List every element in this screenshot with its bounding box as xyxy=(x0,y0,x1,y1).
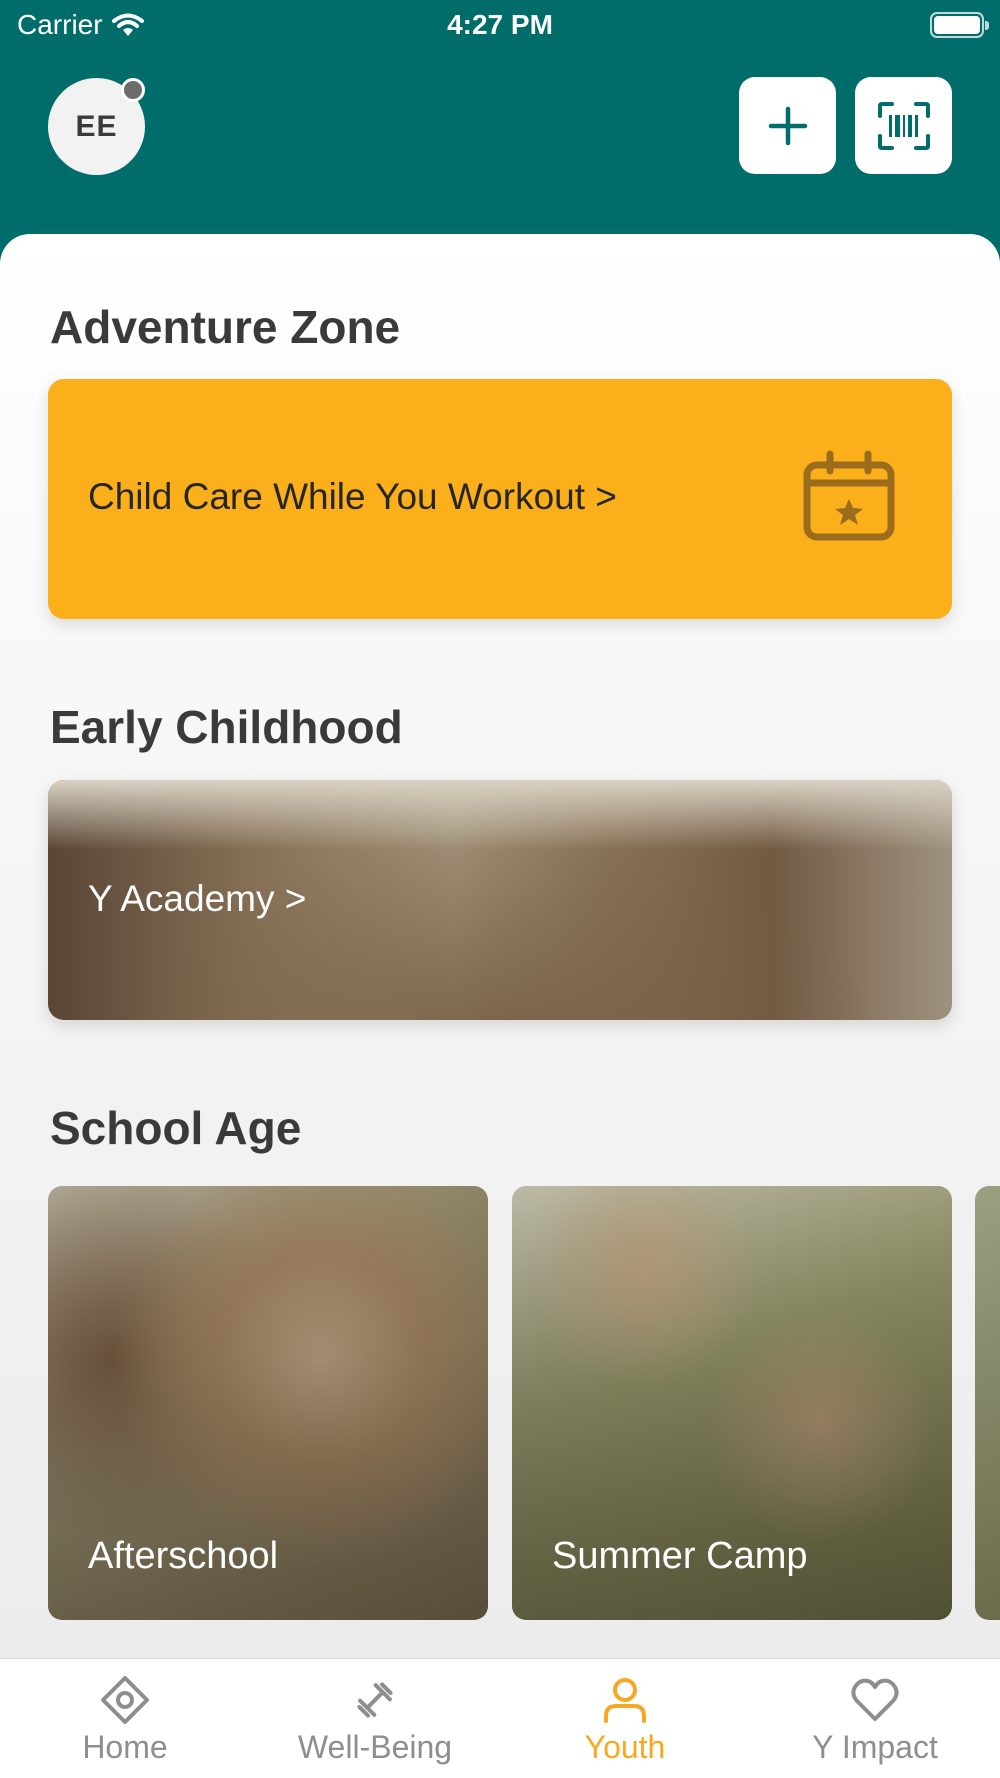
avatar-initials: EE xyxy=(75,109,118,143)
section-title-adventure-zone: Adventure Zone xyxy=(50,301,401,353)
summer-camp-card[interactable]: Summer Camp xyxy=(512,1186,952,1620)
person-icon xyxy=(604,1678,646,1723)
status-time: 4:27 PM xyxy=(447,9,553,40)
tab-y-impact[interactable]: Y Impact xyxy=(750,1659,1000,1778)
summer-camp-label: Summer Camp xyxy=(552,1535,808,1577)
child-care-label: Child Care While You Workout > xyxy=(88,476,617,517)
scan-barcode-button[interactable] xyxy=(855,77,952,174)
battery-icon xyxy=(930,12,989,38)
status-bar: Carrier 4:27 PM xyxy=(0,0,1000,52)
add-button[interactable] xyxy=(739,77,836,174)
heart-icon xyxy=(851,1678,899,1721)
content-sheet: Adventure Zone Child Care While You Work… xyxy=(0,234,1000,1658)
dumbbell-icon xyxy=(357,1682,393,1718)
profile-avatar[interactable]: EE xyxy=(48,78,145,175)
tab-home[interactable]: Home xyxy=(0,1659,250,1778)
tab-youth[interactable]: Youth xyxy=(500,1659,750,1778)
tab-label-home: Home xyxy=(82,1729,168,1765)
child-care-card[interactable]: Child Care While You Workout > xyxy=(48,379,952,619)
y-academy-card[interactable]: Y Academy > xyxy=(48,780,952,1020)
plus-icon xyxy=(768,106,807,145)
section-title-early-childhood: Early Childhood xyxy=(50,701,403,753)
tab-bar: Home Well-Being Youth Y Impact xyxy=(0,1658,1000,1778)
afterschool-label: Afterschool xyxy=(88,1535,279,1577)
tab-label-well-being: Well-Being xyxy=(297,1729,453,1765)
next-card-peek[interactable] xyxy=(975,1186,1000,1620)
tab-well-being[interactable]: Well-Being xyxy=(250,1659,500,1778)
tab-label-youth: Youth xyxy=(584,1729,666,1765)
y-academy-label: Y Academy > xyxy=(88,878,307,919)
tab-label-y-impact: Y Impact xyxy=(812,1729,938,1765)
section-title-school-age: School Age xyxy=(50,1102,302,1154)
afterschool-card[interactable]: Afterschool xyxy=(48,1186,488,1620)
classroom-photo xyxy=(48,780,952,850)
home-diamond-icon xyxy=(101,1676,149,1724)
calendar-star-icon xyxy=(803,450,895,541)
barcode-scan-icon xyxy=(877,101,930,150)
notification-dot xyxy=(121,78,145,102)
